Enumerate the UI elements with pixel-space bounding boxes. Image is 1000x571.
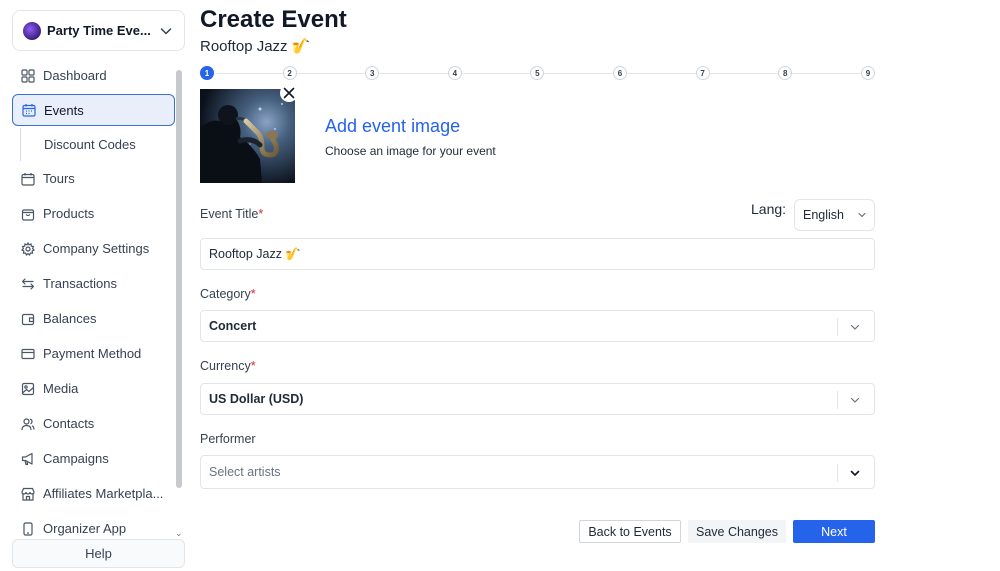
step-3[interactable]: 3 xyxy=(365,66,380,80)
sidebar-nav: Dashboard Events Discount Codes Tours Pr… xyxy=(12,58,175,546)
organization-logo xyxy=(23,21,41,40)
saxophone-photo xyxy=(200,89,295,183)
page-subtitle: Rooftop Jazz 🎷 xyxy=(200,38,311,55)
step-8[interactable]: 8 xyxy=(778,66,793,80)
sidebar-item-label: Organizer App xyxy=(43,521,127,536)
select-divider xyxy=(837,464,838,482)
gear-icon xyxy=(21,241,35,256)
chevron-down-icon xyxy=(850,324,860,330)
sidebar-item-media[interactable]: Media xyxy=(12,371,175,406)
sidebar-item-label: Media xyxy=(43,381,79,396)
add-event-image-link[interactable]: Add event image xyxy=(325,116,460,137)
sidebar-item-label: Campaigns xyxy=(43,451,109,466)
currency-select-value: US Dollar (USD) xyxy=(209,392,304,406)
sidebar: Party Time Eve... Dashboard Events Disco… xyxy=(0,0,190,571)
sidebar-item-label: Discount Codes xyxy=(44,137,136,152)
help-button[interactable]: Help xyxy=(12,539,185,568)
megaphone-icon xyxy=(21,452,33,465)
users-icon xyxy=(21,417,35,430)
credit-card-icon xyxy=(21,348,35,359)
sidebar-item-company-settings[interactable]: Company Settings xyxy=(12,231,175,266)
step-5[interactable]: 5 xyxy=(530,66,545,80)
event-title-label: Event Title* xyxy=(200,207,263,221)
save-changes-button[interactable]: Save Changes xyxy=(688,520,786,543)
event-image-preview[interactable] xyxy=(200,89,295,183)
chevron-down-icon xyxy=(160,27,172,34)
sidebar-item-campaigns[interactable]: Campaigns xyxy=(12,441,175,476)
sidebar-item-tours[interactable]: Tours xyxy=(12,161,175,196)
step-4[interactable]: 4 xyxy=(447,66,462,80)
wallet-icon xyxy=(21,313,35,325)
required-asterisk: * xyxy=(250,287,256,301)
event-title-label-text: Event Title xyxy=(200,207,259,221)
category-label-text: Category xyxy=(200,287,251,301)
sidebar-item-label: Dashboard xyxy=(43,68,107,83)
step-1[interactable]: 1 xyxy=(200,66,214,80)
sidebar-item-contacts[interactable]: Contacts xyxy=(12,406,175,441)
chevron-down-icon xyxy=(858,212,866,218)
calendar-icon xyxy=(22,104,36,117)
wizard-stepper: 1 2 3 4 5 6 7 8 9 xyxy=(200,66,875,80)
sidebar-item-label: Company Settings xyxy=(43,241,150,256)
step-7[interactable]: 7 xyxy=(695,66,710,80)
performer-select-placeholder: Select artists xyxy=(209,465,281,479)
language-select-value: English xyxy=(803,208,844,222)
sidebar-item-label: Balances xyxy=(43,311,97,326)
sidebar-item-label: Transactions xyxy=(43,276,117,291)
select-divider xyxy=(837,391,838,409)
organization-switcher[interactable]: Party Time Eve... xyxy=(12,10,185,51)
step-6[interactable]: 6 xyxy=(613,66,627,80)
currency-label: Currency* xyxy=(200,359,256,373)
performer-label: Performer xyxy=(200,432,256,446)
required-asterisk: * xyxy=(258,207,264,221)
scroll-down-icon[interactable]: ⌄ xyxy=(175,528,183,539)
back-to-events-button[interactable]: Back to Events xyxy=(579,520,681,543)
currency-select[interactable]: US Dollar (USD) xyxy=(200,383,875,415)
sidebar-item-label: Payment Method xyxy=(43,346,142,361)
add-event-image-hint: Choose an image for your event xyxy=(325,144,496,158)
sidebar-item-label: Products xyxy=(43,206,95,221)
dashboard-icon xyxy=(21,68,35,83)
required-asterisk: * xyxy=(250,359,256,373)
category-select[interactable]: Concert xyxy=(200,310,875,342)
close-icon xyxy=(283,87,295,99)
image-icon xyxy=(21,382,35,395)
chevron-down-icon xyxy=(850,397,860,403)
sidebar-item-events[interactable]: Events xyxy=(12,94,175,126)
currency-label-text: Currency xyxy=(200,359,251,373)
event-title-input[interactable]: Rooftop Jazz 🎷 xyxy=(200,238,875,270)
next-button[interactable]: Next xyxy=(793,520,875,543)
sidebar-item-label: Events xyxy=(44,102,84,118)
sidebar-scrollbar[interactable] xyxy=(176,70,182,488)
lang-label: Lang: xyxy=(751,201,787,217)
organization-name: Party Time Eve... xyxy=(47,23,151,38)
sidebar-item-balances[interactable]: Balances xyxy=(12,301,175,336)
phone-icon xyxy=(23,521,33,536)
event-title-input-value: Rooftop Jazz 🎷 xyxy=(209,246,301,261)
sidebar-item-label: Affiliates Marketpla... xyxy=(43,486,164,501)
sidebar-item-label: Contacts xyxy=(43,416,95,431)
sidebar-item-discount-codes[interactable]: Discount Codes xyxy=(20,128,175,161)
sidebar-item-dashboard[interactable]: Dashboard xyxy=(12,58,175,93)
bag-icon xyxy=(21,208,35,221)
category-label: Category* xyxy=(200,287,256,301)
sidebar-item-transactions[interactable]: Transactions xyxy=(12,266,175,301)
chevron-down-icon xyxy=(850,470,860,476)
sidebar-item-affiliates-marketplace[interactable]: Affiliates Marketpla... xyxy=(12,476,175,511)
sidebar-item-payment-method[interactable]: Payment Method xyxy=(12,336,175,371)
language-select[interactable]: English xyxy=(794,199,875,231)
sidebar-item-products[interactable]: Products xyxy=(12,196,175,231)
remove-image-button[interactable] xyxy=(280,84,298,102)
step-2[interactable]: 2 xyxy=(282,66,297,80)
category-select-value: Concert xyxy=(209,319,257,333)
sidebar-item-label: Tours xyxy=(43,171,75,186)
step-9[interactable]: 9 xyxy=(861,66,875,80)
page-title: Create Event xyxy=(200,6,347,33)
select-divider xyxy=(837,318,838,336)
transfer-arrows-icon xyxy=(21,277,35,290)
performer-select[interactable]: Select artists xyxy=(200,455,875,489)
store-icon xyxy=(21,487,35,501)
calendar-icon xyxy=(21,172,35,186)
